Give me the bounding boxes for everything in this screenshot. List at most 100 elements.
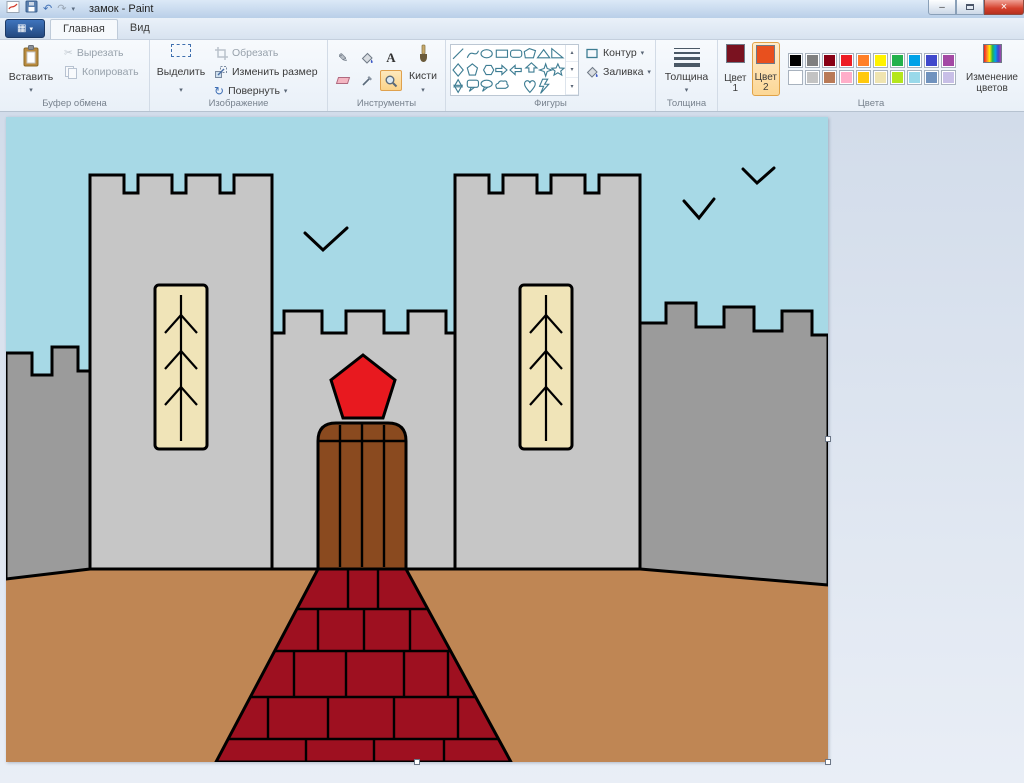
palette-swatch[interactable] (924, 70, 939, 85)
copy-icon (64, 65, 78, 79)
copy-button[interactable]: Копировать (61, 63, 142, 80)
edit-colors-button[interactable]: Изменение цветов (964, 42, 1020, 96)
palette-swatch[interactable] (822, 70, 837, 85)
group-size: Толщина ▾ Толщина (656, 40, 718, 111)
shapes-scrollbar[interactable]: ▴ ▾ ▾ (565, 45, 578, 95)
text-tool[interactable]: A (380, 47, 402, 68)
shapes-gallery[interactable]: ▴ ▾ ▾ (450, 44, 579, 96)
palette-swatch[interactable] (873, 70, 888, 85)
pencil-icon: ✎ (338, 51, 348, 65)
size-group-label: Толщина (656, 98, 717, 111)
cut-label: Вырезать (77, 47, 124, 59)
minimize-button[interactable]: – (928, 0, 956, 15)
palette-swatch[interactable] (805, 53, 820, 68)
tab-view[interactable]: Вид (118, 19, 162, 39)
scroll-down-icon[interactable]: ▾ (566, 62, 578, 79)
palette-swatch[interactable] (805, 70, 820, 85)
drawing-canvas[interactable] (6, 117, 828, 762)
paste-label: Вставить (9, 71, 54, 83)
tab-home[interactable]: Главная (50, 19, 118, 39)
palette-swatch[interactable] (890, 53, 905, 68)
palette-swatch[interactable] (924, 53, 939, 68)
magnifier-tool[interactable] (380, 70, 402, 91)
palette-swatch[interactable] (907, 53, 922, 68)
rotate-label: Повернуть (228, 85, 280, 97)
size-button[interactable]: Толщина ▾ (661, 42, 713, 96)
group-colors: Цвет 1 Цвет 2 Изменение цветов Цвета (718, 40, 1024, 111)
scroll-up-icon[interactable]: ▴ (566, 45, 578, 62)
brush-icon (415, 44, 431, 66)
palette-swatch[interactable] (873, 53, 888, 68)
save-icon[interactable] (25, 0, 38, 18)
cut-button[interactable]: ✂ Вырезать (61, 44, 142, 61)
palette-swatch[interactable] (856, 53, 871, 68)
paint-menu-icon: ▦ (17, 24, 26, 34)
text-icon: A (386, 50, 395, 66)
rotate-button[interactable]: ↻ Повернуть ▾ (211, 82, 321, 99)
redo-icon[interactable]: ↷ (57, 4, 66, 15)
shape-fill-button[interactable]: Заливка ▾ (582, 63, 654, 80)
pencil-tool[interactable]: ✎ (332, 47, 354, 68)
palette-swatch[interactable] (856, 70, 871, 85)
close-button[interactable]: × (984, 0, 1024, 15)
canvas-resize-handle-right[interactable] (825, 436, 831, 442)
palette-swatch[interactable] (839, 53, 854, 68)
palette-swatch[interactable] (907, 70, 922, 85)
outline-label: Контур (603, 47, 637, 59)
fill-tool[interactable] (356, 47, 378, 68)
paste-button[interactable]: Вставить ▾ (4, 42, 58, 96)
paint-app-icon[interactable] (6, 0, 20, 19)
eraser-tool[interactable] (332, 70, 354, 91)
resize-label: Изменить размер (232, 66, 318, 78)
eyedropper-icon (360, 74, 374, 88)
chevron-down-icon: ▾ (179, 86, 183, 94)
color-palette (788, 53, 956, 85)
canvas-resize-handle-bottom[interactable] (414, 759, 420, 765)
paint-window: ↶ ↷ ▾ замок - Paint – × ▦ ▾ Главная Вид … (0, 0, 1024, 783)
fill-label: Заливка (603, 66, 643, 78)
color-picker-tool[interactable] (356, 70, 378, 91)
gallery-expand-icon[interactable]: ▾ (566, 78, 578, 95)
group-image: Выделить ▾ Обрезать Изменить размер ↻ По… (150, 40, 328, 111)
palette-swatch[interactable] (788, 70, 803, 85)
ribbon-tab-row: ▦ ▾ Главная Вид (0, 18, 1024, 40)
chevron-down-icon: ▾ (421, 86, 425, 94)
window-title: замок - Paint (89, 3, 154, 15)
qat-dropdown-icon[interactable]: ▾ (71, 5, 75, 13)
crop-button[interactable]: Обрезать (211, 44, 321, 61)
palette-swatch[interactable] (822, 53, 837, 68)
palette-swatch[interactable] (941, 70, 956, 85)
palette-swatch[interactable] (788, 53, 803, 68)
canvas-resize-handle-corner[interactable] (825, 759, 831, 765)
window-controls: – × (928, 0, 1024, 15)
chevron-down-icon: ▾ (29, 25, 33, 33)
bucket-icon (585, 65, 599, 79)
right-curtain-wall (640, 303, 828, 585)
select-button[interactable]: Выделить ▾ (154, 42, 208, 96)
magnifier-icon (384, 74, 398, 88)
group-clipboard: Вставить ▾ ✂ Вырезать Копировать Буфер о… (0, 40, 150, 111)
color1-button[interactable]: Цвет 1 (722, 42, 749, 96)
palette-swatch[interactable] (890, 70, 905, 85)
outline-button[interactable]: Контур ▾ (582, 44, 654, 61)
edit-colors-icon (983, 44, 1002, 63)
undo-icon[interactable]: ↶ (43, 4, 52, 15)
select-label: Выделить (157, 66, 205, 78)
color2-swatch (756, 45, 775, 64)
brushes-button[interactable]: Кисти ▾ (405, 42, 441, 96)
line-thickness-icon (674, 44, 700, 67)
clipboard-group-label: Буфер обмена (0, 98, 149, 111)
group-shapes: ▴ ▾ ▾ Контур ▾ Заливка ▾ (446, 40, 656, 111)
paste-icon (21, 44, 41, 68)
palette-swatch[interactable] (941, 53, 956, 68)
edit-colors-label: Изменение цветов (966, 72, 1018, 94)
ribbon: Вставить ▾ ✂ Вырезать Копировать Буфер о… (0, 40, 1024, 112)
palette-swatch[interactable] (839, 70, 854, 85)
resize-button[interactable]: Изменить размер (211, 63, 321, 80)
chevron-down-icon: ▾ (685, 86, 689, 94)
crop-label: Обрезать (232, 47, 278, 59)
file-menu-button[interactable]: ▦ ▾ (5, 19, 45, 38)
maximize-icon (966, 4, 974, 10)
color2-button[interactable]: Цвет 2 (752, 42, 780, 96)
maximize-button[interactable] (956, 0, 984, 15)
